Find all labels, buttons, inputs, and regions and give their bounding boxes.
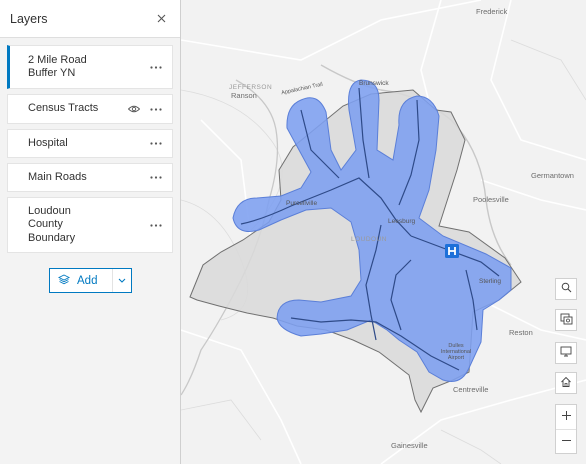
map-label-brunswick: Brunswick (359, 80, 389, 87)
more-options-icon[interactable] (148, 103, 164, 115)
more-options-icon[interactable] (148, 172, 164, 184)
plus-icon (561, 410, 572, 424)
layers-panel: Layers 2 Mile Road Buffer YN Census Trac… (0, 0, 181, 464)
map-view[interactable]: Frederick JEFFERSON Ranson Brunswick App… (181, 0, 586, 464)
panel-title: Layers (10, 11, 48, 26)
map-label-leesburg: Leesburg (388, 218, 416, 225)
layer-name: Hospital (28, 136, 68, 149)
visibility-icon[interactable] (127, 104, 141, 114)
basemap-gallery-icon (560, 313, 573, 328)
layer-name: Main Roads (28, 170, 87, 183)
panel-header: Layers (0, 0, 180, 38)
layer-list: 2 Mile Road Buffer YN Census Tracts Hosp… (0, 38, 180, 253)
basemap-gallery-button[interactable] (555, 309, 577, 331)
search-icon (561, 282, 572, 296)
layer-item-2-mile-road-buffer[interactable]: 2 Mile Road Buffer YN (7, 45, 173, 89)
layer-name-line: Buffer YN (28, 67, 76, 79)
layer-name-line: Loudoun (28, 204, 71, 217)
home-icon (560, 376, 572, 391)
map-label-poolesville: Poolesville (473, 195, 509, 204)
map-label-germantown: Germantown (531, 171, 574, 180)
map-label-centreville: Centreville (453, 385, 489, 394)
home-button[interactable] (555, 372, 577, 394)
search-button[interactable] (555, 278, 577, 300)
layer-item-hospital[interactable]: Hospital (7, 129, 173, 158)
basemap (181, 0, 586, 464)
layers-icon (57, 273, 71, 288)
add-label: Add (77, 274, 98, 287)
map-label-dulles: Dulles International Airport (440, 343, 472, 361)
map-label-frederick: Frederick (476, 7, 508, 16)
map-label-ranson: Ranson (231, 91, 257, 100)
layer-item-loudoun-county-boundary[interactable]: Loudoun County Boundary (7, 197, 173, 253)
layer-name: Census Tracts (28, 102, 99, 115)
more-options-icon[interactable] (148, 61, 164, 73)
map-label-purcellville: Purcellville (286, 200, 318, 207)
more-options-icon[interactable] (148, 138, 164, 150)
chevron-down-icon[interactable] (113, 269, 131, 292)
close-icon[interactable] (154, 12, 168, 26)
add-layer-control: Add (49, 268, 132, 293)
zoom-in-button[interactable] (556, 405, 576, 429)
map-label-loudoun: LOUDOUN (351, 236, 388, 243)
zoom-controls (555, 404, 577, 454)
layer-name-line: 2 Mile Road (28, 53, 87, 66)
map-label-reston: Reston (509, 328, 533, 337)
map-label-gainesville: Gainesville (391, 441, 428, 450)
layer-label: Loudoun County Boundary (28, 205, 75, 246)
fullscreen-button[interactable] (555, 342, 577, 364)
monitor-icon (560, 346, 572, 360)
layer-name-line: County (28, 218, 63, 231)
add-main[interactable]: Add (50, 269, 113, 292)
layer-item-census-tracts[interactable]: Census Tracts (7, 94, 173, 124)
map-label-jefferson: JEFFERSON (229, 84, 273, 91)
layer-label: 2 Mile Road Buffer YN (28, 54, 87, 81)
add-button[interactable]: Add (49, 268, 132, 293)
layer-item-main-roads[interactable]: Main Roads (7, 163, 173, 192)
map-label-sterling: Sterling (479, 278, 502, 285)
more-options-icon[interactable] (148, 219, 164, 231)
zoom-out-button[interactable] (556, 429, 576, 453)
minus-icon (561, 435, 572, 449)
hospital-icon[interactable] (445, 244, 459, 258)
layer-name-line: Boundary (28, 231, 76, 244)
